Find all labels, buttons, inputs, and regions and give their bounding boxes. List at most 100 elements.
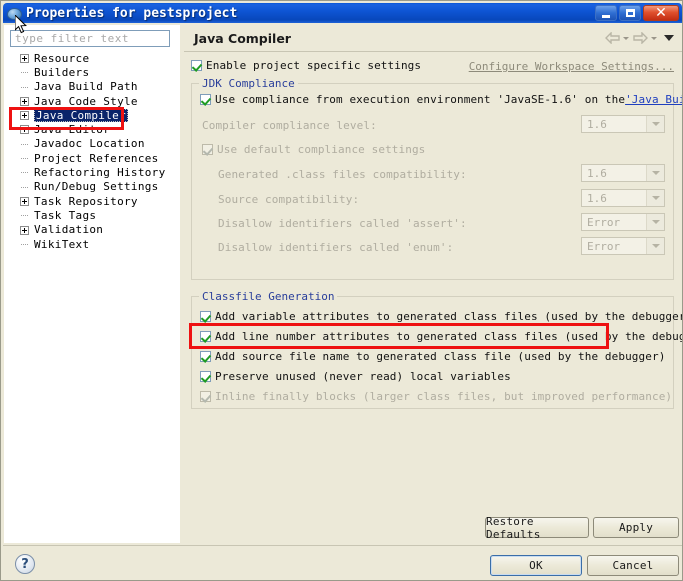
tree-branch-icon — [21, 186, 28, 189]
ok-button[interactable]: OK — [490, 555, 582, 576]
settings-tree-pane: type filter text Resource Builders Java Bu… — [4, 25, 180, 543]
close-icon: ✕ — [655, 5, 667, 21]
classfile-option-row[interactable]: Add source file name to generated class … — [200, 346, 682, 366]
classfile-generation-options: Add variable attributes to generated cla… — [200, 306, 683, 406]
title-bar: Properties for pestsproject ✕ — [3, 3, 682, 23]
chevron-down-icon[interactable] — [646, 214, 664, 230]
configure-workspace-settings-link[interactable]: Configure Workspace Settings... — [469, 60, 674, 73]
classfile-option-row[interactable]: Add line number attributes to generated … — [200, 326, 683, 346]
compiler-compliance-level-value: 1.6 — [587, 117, 607, 131]
back-arrow-icon[interactable] — [604, 30, 620, 46]
use-default-compliance-settings-row: Use default compliance settings — [202, 143, 425, 156]
tree-branch-icon — [21, 158, 28, 160]
sidebar-item-run-debug-settings[interactable]: Run/Debug Settings — [4, 180, 180, 194]
expand-plus-icon[interactable] — [20, 111, 29, 121]
sidebar-item-validation[interactable]: Validation — [4, 223, 180, 237]
properties-dialog: Properties for pestsproject ✕ type filte… — [0, 0, 683, 581]
sidebar-item-builders[interactable]: Builders — [4, 65, 180, 79]
compiler-compliance-level-combo[interactable]: 1.6 — [581, 115, 665, 133]
expand-plus-icon[interactable] — [20, 125, 29, 135]
enable-project-specific-settings-label: Enable project specific settings — [206, 59, 422, 72]
sidebar-item-task-tags[interactable]: Task Tags — [4, 208, 180, 222]
sidebar-item-javadoc-location[interactable]: Javadoc Location — [4, 137, 180, 151]
jdk-compliance-group: JDK Compliance Use compliance from execu… — [191, 77, 682, 280]
sidebar-item-java-code-style[interactable]: Java Code Style — [4, 94, 180, 108]
disallow-assert-label: Disallow identifiers called 'assert': — [218, 217, 467, 230]
classfile-option-checkbox[interactable] — [200, 330, 211, 342]
tree-branch-icon — [21, 243, 28, 246]
cancel-button[interactable]: Cancel — [587, 555, 679, 576]
chevron-down-icon[interactable] — [646, 238, 664, 254]
eclipse-ball-icon — [6, 5, 22, 21]
use-default-compliance-settings-checkbox — [202, 144, 213, 155]
minimize-button[interactable] — [595, 5, 617, 21]
apply-button[interactable]: Apply — [593, 517, 679, 538]
sidebar-item-label: Javadoc Location — [34, 137, 145, 151]
source-compatibility-value: 1.6 — [587, 191, 607, 205]
classfile-option-checkbox[interactable] — [200, 310, 211, 322]
forward-arrow-icon[interactable] — [632, 30, 648, 46]
classfile-option-checkbox[interactable] — [200, 370, 211, 382]
sidebar-item-project-references[interactable]: Project References — [4, 151, 180, 165]
filter-input[interactable]: type filter text — [10, 30, 170, 47]
java-build-path-link[interactable]: 'Java Build Path' — [625, 93, 682, 106]
sidebar-item-java-compiler[interactable]: Java Compiler — [4, 108, 180, 122]
use-execution-environment-row[interactable]: Use compliance from execution environmen… — [200, 93, 682, 106]
classfile-option-checkbox[interactable] — [200, 350, 211, 362]
restore-defaults-button[interactable]: Restore Defaults — [485, 515, 589, 541]
forward-dropdown-icon[interactable] — [651, 36, 657, 40]
use-execution-environment-checkbox[interactable] — [200, 94, 211, 105]
classfile-option-row[interactable]: Preserve unused (never read) local varia… — [200, 366, 682, 386]
minimize-icon — [602, 14, 610, 18]
source-compatibility-combo[interactable]: 1.6 — [581, 189, 665, 207]
expand-plus-icon[interactable] — [20, 54, 29, 63]
disallow-assert-value: Error — [587, 215, 621, 229]
tree-branch-icon — [21, 172, 28, 174]
expand-plus-icon[interactable] — [20, 196, 29, 206]
chevron-down-icon[interactable] — [646, 116, 664, 132]
expand-plus-icon[interactable] — [20, 225, 29, 235]
sidebar-item-resource[interactable]: Resource — [4, 51, 180, 65]
classfile-option-checkbox — [200, 390, 211, 402]
sidebar-item-label: Resource — [34, 51, 90, 65]
generated-class-files-compatibility-value: 1.6 — [587, 166, 607, 180]
page-header: Java Compiler — [184, 25, 682, 52]
disallow-enum-combo[interactable]: Error — [581, 237, 665, 255]
chevron-down-icon[interactable] — [664, 35, 674, 41]
classfile-option-row[interactable]: Add variable attributes to generated cla… — [200, 306, 682, 326]
sidebar-item-refactoring-history[interactable]: Refactoring History — [4, 165, 180, 179]
close-button[interactable]: ✕ — [643, 5, 679, 21]
sidebar-item-label: Builders — [34, 65, 90, 79]
enable-project-specific-settings-row[interactable]: Enable project specific settings — [191, 59, 421, 72]
enable-project-specific-settings-checkbox[interactable] — [191, 60, 202, 71]
sidebar-item-label: Java Build Path — [34, 80, 138, 94]
classfile-option-label: Inline finally blocks (larger class file… — [215, 389, 673, 403]
classfile-generation-legend: Classfile Generation — [199, 290, 338, 303]
sidebar-item-label: Java Code Style — [34, 94, 138, 108]
classfile-option-label: Preserve unused (never read) local varia… — [215, 369, 511, 383]
disallow-assert-combo[interactable]: Error — [581, 213, 665, 231]
disallow-enum-value: Error — [587, 239, 621, 253]
chevron-down-icon[interactable] — [646, 190, 664, 206]
back-dropdown-icon[interactable] — [623, 36, 629, 40]
classfile-option-label: Add source file name to generated class … — [215, 349, 666, 363]
sidebar-item-java-editor[interactable]: Java Editor — [4, 122, 180, 136]
chevron-down-icon[interactable] — [646, 165, 664, 181]
help-icon[interactable]: ? — [15, 554, 35, 574]
generated-class-files-compatibility-combo[interactable]: 1.6 — [581, 164, 665, 182]
classfile-option-label: Add line number attributes to generated … — [215, 329, 683, 343]
tree-branch-icon — [21, 72, 28, 74]
sidebar-item-label: Task Repository — [34, 194, 138, 208]
page-nav-icons — [604, 30, 674, 46]
tree-branch-icon — [21, 143, 28, 146]
expand-plus-icon[interactable] — [20, 96, 29, 106]
sidebar-item-wikitext[interactable]: WikiText — [4, 237, 180, 251]
sidebar-item-label: Refactoring History — [34, 166, 166, 180]
maximize-icon — [625, 9, 635, 17]
sidebar-item-java-build-path[interactable]: Java Build Path — [4, 80, 180, 94]
settings-tree[interactable]: Resource Builders Java Build Path Java Code… — [4, 51, 180, 251]
window-controls: ✕ — [595, 5, 679, 21]
sidebar-item-task-repository[interactable]: Task Repository — [4, 194, 180, 208]
maximize-button[interactable] — [619, 5, 641, 21]
sidebar-item-label: WikiText — [34, 237, 90, 251]
